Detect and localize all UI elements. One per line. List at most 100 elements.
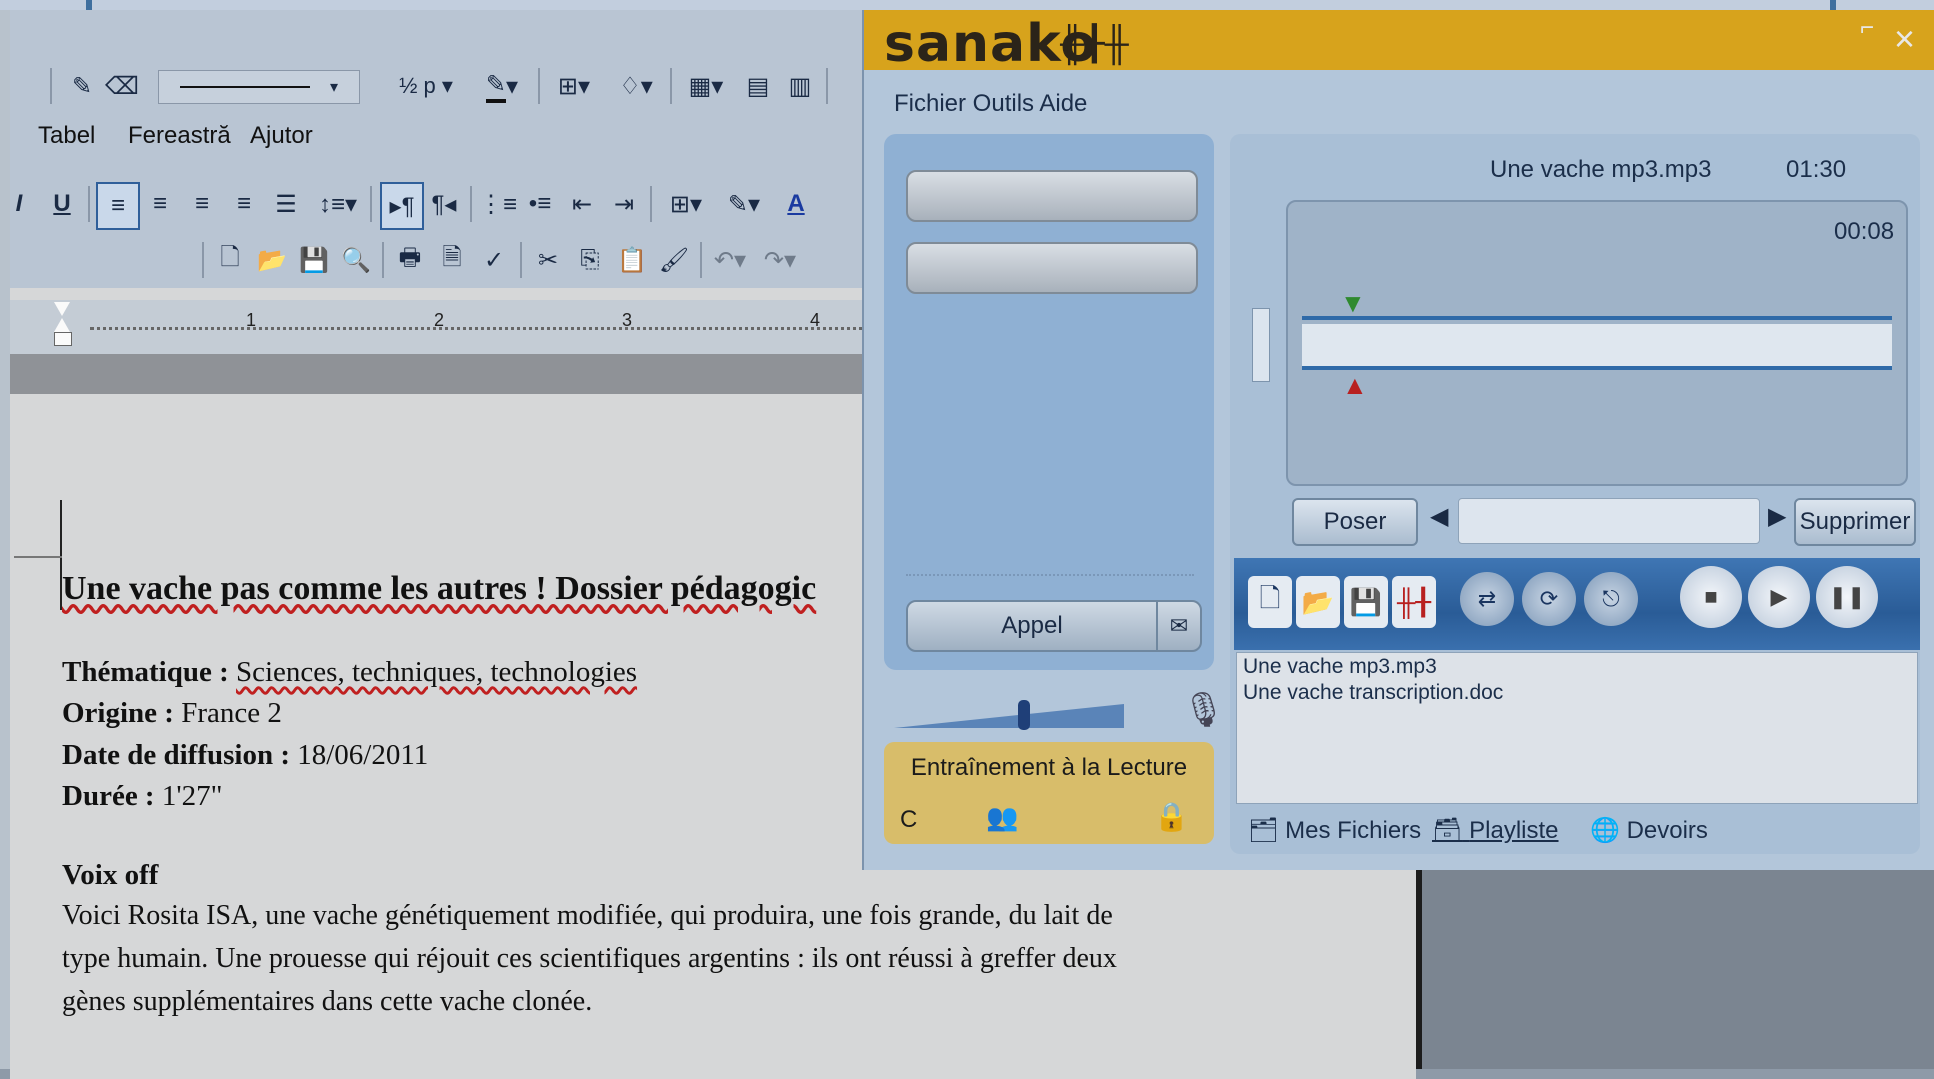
paste-icon[interactable]: 📋 (612, 240, 652, 280)
toolbar-separator (50, 68, 52, 104)
file-list-item[interactable]: Une vache transcription.doc (1243, 681, 1503, 705)
open-folder-icon[interactable]: 📂 (252, 240, 292, 280)
tab-devoirs[interactable]: 🌐 Devoirs (1590, 816, 1708, 845)
date-line: Date de diffusion : 18/06/2011 (62, 739, 428, 772)
align-right-button[interactable]: ≡ (182, 184, 222, 224)
thematique-value: Sciences, techniques, technologies (236, 656, 638, 688)
pencil-icon[interactable]: ✎ (66, 66, 98, 106)
format-painter-icon[interactable]: 🖌 (654, 240, 694, 280)
new-document-icon[interactable]: 🗋 (210, 240, 250, 280)
track-line-bottom (1302, 366, 1892, 370)
split-cells-icon[interactable]: ▥ (780, 66, 820, 106)
print-preview-icon[interactable]: 🗎 (432, 240, 472, 280)
blank-button-1[interactable] (906, 170, 1198, 222)
origine-value: France 2 (181, 697, 282, 729)
duree-label: Durée : (62, 780, 155, 812)
toolbar-separator (382, 242, 384, 278)
playlist-icon: 🗃 (1432, 817, 1463, 844)
bookmark-field[interactable] (1458, 498, 1760, 544)
menu-fereastra[interactable]: Fereastră (128, 122, 231, 150)
merge-cells-icon[interactable]: ▤ (738, 66, 778, 106)
eraser-icon[interactable]: ⌫ (105, 66, 139, 106)
line-spacing-icon[interactable]: ↕≡▾ (310, 184, 366, 224)
track-band[interactable] (1302, 324, 1892, 366)
supprimer-button[interactable]: Supprimer (1794, 498, 1916, 546)
new-file-icon[interactable]: 🗋 (1248, 576, 1292, 628)
line-weight-value: ½ p (399, 73, 436, 98)
minimize-icon[interactable]: ⌐ (1860, 14, 1874, 42)
blank-button-2[interactable] (906, 242, 1198, 294)
toolbar-separator (650, 186, 652, 222)
message-icon[interactable]: ✉ (1156, 600, 1202, 652)
screen-top-strip (0, 0, 1934, 10)
start-marker-icon[interactable]: ▼ (1340, 288, 1366, 319)
undo-icon[interactable]: ↶▾ (706, 240, 754, 280)
sanako-window: sanako ╫╂╫ ⌐ × Fichier Outils Aide Appel… (862, 10, 1934, 870)
spelling-icon[interactable]: ✓ (474, 240, 514, 280)
sound-wave-icon: ╫╂╫ (1060, 25, 1129, 63)
menu-ajutor[interactable]: Ajutor (250, 122, 313, 150)
italic-button[interactable]: I (10, 184, 28, 224)
font-color-icon[interactable]: A (776, 184, 816, 224)
redo-icon[interactable]: ↷▾ (756, 240, 804, 280)
bullets-icon[interactable]: •≡ (520, 184, 560, 224)
align-center-button[interactable]: ≡ (140, 184, 180, 224)
end-marker-icon[interactable]: ▲ (1342, 370, 1368, 401)
toolbar-separator (538, 68, 540, 104)
increase-indent-icon[interactable]: ⇥ (604, 184, 644, 224)
shading-icon[interactable]: ♢▾ (608, 66, 664, 106)
align-left-button[interactable]: ≡ (96, 182, 140, 230)
highlight-icon[interactable]: ✎▾ (716, 184, 772, 224)
track-name: Une vache mp3.mp3 (1490, 156, 1712, 183)
pause-icon[interactable]: ❚❚ (1816, 566, 1878, 628)
record-track-icon[interactable]: ╫╂ (1392, 576, 1436, 628)
line-style-select[interactable]: ▾ (158, 70, 360, 104)
duree-value: 1'27" (161, 780, 223, 812)
stop-icon[interactable]: ■ (1680, 566, 1742, 628)
rtl-icon[interactable]: ¶◂ (424, 184, 464, 224)
desktop-background (1416, 860, 1934, 1069)
insert-table-icon[interactable]: ▦▾ (678, 66, 734, 106)
screen-left-edge (0, 10, 10, 1069)
volume-thumb[interactable] (1018, 700, 1030, 730)
lock-icon[interactable]: 🔒 (1154, 800, 1189, 833)
tab-playliste[interactable]: 🗃 Playliste (1432, 816, 1559, 845)
permission-icon[interactable]: 🔍 (336, 240, 376, 280)
underline-button[interactable]: U (46, 184, 78, 224)
cut-icon[interactable]: ✂ (528, 240, 568, 280)
file-list[interactable]: Une vache mp3.mp3 Une vache transcriptio… (1236, 652, 1918, 804)
numbering-icon[interactable]: ⋮≡ (478, 184, 518, 224)
frame-edge-right (1830, 0, 1836, 10)
save-icon[interactable]: 💾 (294, 240, 334, 280)
borders-icon[interactable]: ⊞▾ (546, 66, 602, 106)
file-list-item[interactable]: Une vache mp3.mp3 (1243, 655, 1437, 679)
distribute-icon[interactable]: ☰ (266, 184, 306, 224)
decrease-indent-icon[interactable]: ⇤ (562, 184, 602, 224)
indent-marker-icon[interactable] (54, 302, 72, 350)
play-icon[interactable]: ▶ (1748, 566, 1810, 628)
save-file-icon[interactable]: 💾 (1344, 576, 1388, 628)
sanako-menu[interactable]: Fichier Outils Aide (894, 90, 1087, 118)
copy-icon[interactable]: ⎘ (570, 240, 610, 280)
origine-line: Origine : France 2 (62, 697, 282, 730)
ltr-icon[interactable]: ▸¶ (380, 182, 424, 230)
outside-border-icon[interactable]: ⊞▾ (658, 184, 714, 224)
close-icon[interactable]: × (1894, 18, 1915, 60)
export-icon[interactable]: ⎋ (1584, 572, 1638, 626)
menu-tabel[interactable]: Tabel (38, 122, 95, 150)
next-arrow-icon[interactable]: ▶ (1768, 502, 1786, 531)
swap-icon[interactable]: ⇄ (1460, 572, 1514, 626)
border-color-icon[interactable]: ✎ ▾ (470, 66, 534, 106)
justify-button[interactable]: ≡ (224, 184, 264, 224)
thematique-line: Thématique : Sciences, techniques, techn… (62, 656, 637, 689)
repeat-icon[interactable]: ⟳ (1522, 572, 1576, 626)
line-weight-select[interactable]: ½ p ▾ (386, 66, 466, 106)
previous-arrow-icon[interactable]: ◀ (1430, 502, 1448, 531)
appel-button[interactable]: Appel (906, 600, 1158, 652)
open-file-icon[interactable]: 📂 (1296, 576, 1340, 628)
print-icon[interactable]: 🖶 (390, 240, 430, 280)
tab-mes-fichiers[interactable]: 🗂 Mes Fichiers (1248, 816, 1421, 845)
volume-slider[interactable] (894, 700, 1124, 730)
ruler-number: 4 (810, 310, 821, 330)
poser-button[interactable]: Poser (1292, 498, 1418, 546)
